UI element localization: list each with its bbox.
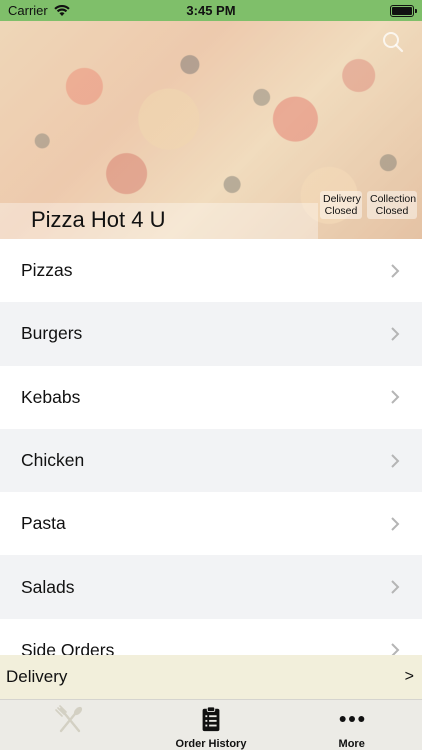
battery-icon	[390, 4, 417, 17]
tab-order-history[interactable]: Order History	[141, 700, 282, 750]
menu-category-label: Pasta	[21, 513, 66, 534]
menu-category-label: Kebabs	[21, 386, 81, 407]
order-mode-label: Delivery	[6, 667, 68, 686]
menu-category-list[interactable]: Pizzas Burgers Kebabs Chicken Pasta Sala…	[0, 239, 422, 655]
menu-category-pizzas[interactable]: Pizzas	[0, 239, 422, 303]
clipboard-list-icon	[202, 706, 220, 732]
chevron-right-icon	[391, 643, 400, 655]
menu-category-side-orders[interactable]: Side Orders	[0, 618, 422, 655]
restaurant-banner: Pizza Hot 4 U Delivery Closed Collection…	[0, 21, 422, 239]
menu-category-label: Side Orders	[21, 639, 115, 655]
menu-category-label: Chicken	[21, 450, 85, 471]
carrier-label: Carrier	[8, 3, 48, 18]
chevron-right-icon	[391, 327, 400, 341]
tab-bar: Order History More	[0, 699, 422, 750]
chevron-right-icon	[391, 580, 400, 594]
more-dots-icon	[339, 716, 364, 722]
menu-category-chicken[interactable]: Chicken	[0, 428, 422, 493]
tab-menu[interactable]	[0, 700, 141, 750]
menu-category-burgers[interactable]: Burgers	[0, 302, 422, 366]
menu-category-label: Pizzas	[21, 260, 73, 281]
chevron-right-icon	[391, 390, 400, 404]
search-icon[interactable]	[382, 31, 404, 53]
order-mode-arrow: >	[404, 668, 414, 685]
menu-category-salads[interactable]: Salads	[0, 555, 422, 619]
menu-category-kebabs[interactable]: Kebabs	[0, 365, 422, 429]
chevron-right-icon	[391, 263, 400, 278]
chevron-right-icon	[391, 517, 400, 531]
tab-label: Order History	[175, 738, 247, 750]
status-bar: Carrier 3:45 PM	[0, 0, 422, 21]
menu-category-label: Salads	[21, 576, 75, 597]
menu-category-label: Burgers	[21, 323, 83, 344]
collection-status-badge: Collection Closed	[367, 191, 417, 219]
fork-knife-icon	[55, 705, 83, 733]
order-mode-bar[interactable]: Delivery >	[0, 655, 422, 699]
tab-label: More	[338, 738, 365, 750]
chevron-right-icon	[391, 453, 400, 468]
delivery-status-badge: Delivery Closed	[320, 191, 362, 219]
wifi-icon	[54, 4, 70, 16]
menu-category-pasta[interactable]: Pasta	[0, 492, 422, 556]
status-left: Carrier	[8, 3, 70, 18]
tab-more[interactable]: More	[281, 700, 422, 750]
restaurant-name: Pizza Hot 4 U	[31, 207, 166, 232]
